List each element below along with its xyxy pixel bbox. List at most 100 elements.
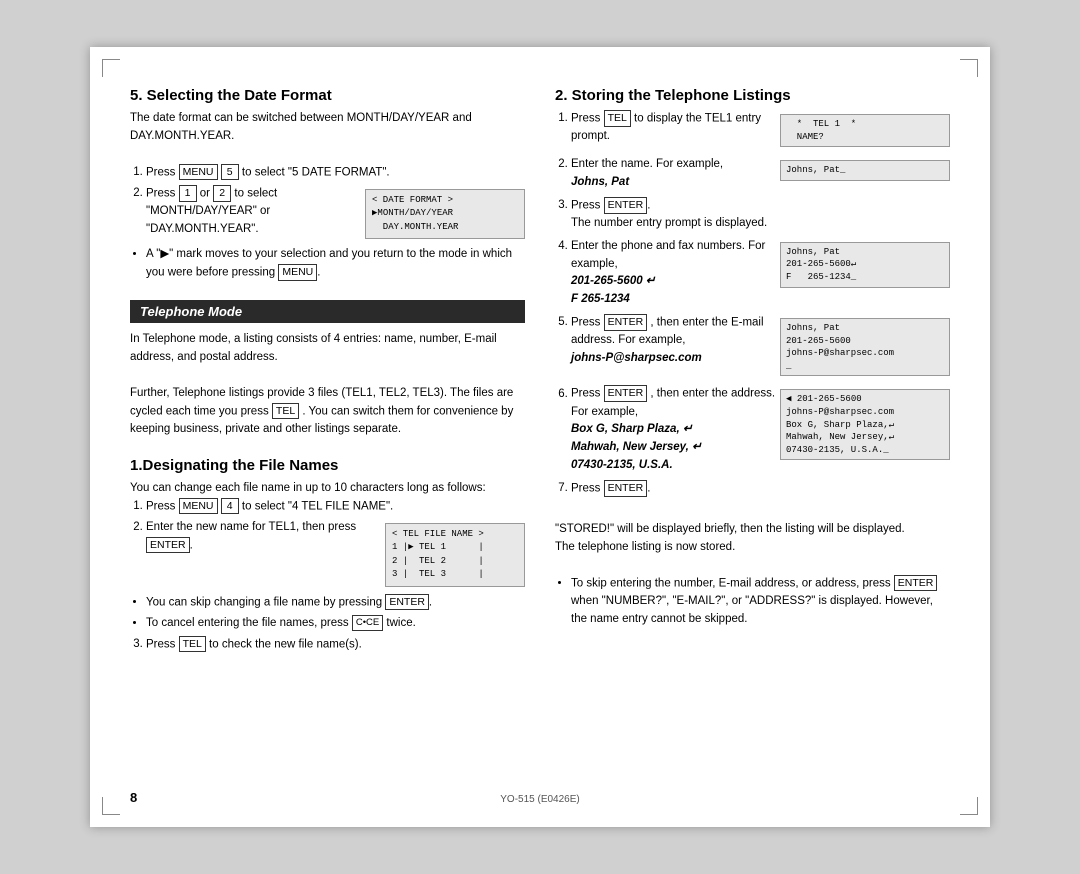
- step2-wrap: < DATE FORMAT > ▶MONTH/DAY/YEAR DAY.MONT…: [146, 185, 525, 244]
- step6-wrap: ◀ 201-265-5600 johns-P@sharpsec.com Box …: [571, 385, 950, 474]
- step1-wrap: * TEL 1 * NAME? Press TEL to display the…: [571, 110, 950, 151]
- section-date-format-title: 5. Selecting the Date Format: [130, 87, 525, 104]
- storing-step1: * TEL 1 * NAME? Press TEL to display the…: [571, 110, 950, 151]
- key-2: 2: [213, 185, 231, 202]
- file-names-bullets: You can skip changing a file name by pre…: [130, 594, 525, 633]
- s7-text: Press: [571, 482, 604, 494]
- file-names-steps: Press MENU 4 to select "4 TEL FILE NAME"…: [130, 498, 525, 591]
- fn-step2-text: Enter the new name for TEL1, then press: [146, 521, 356, 533]
- s4-text: Enter the phone and fax numbers. For exa…: [571, 240, 765, 270]
- fn-enter-key: ENTER: [146, 537, 190, 554]
- bullet-text2: .: [317, 267, 320, 279]
- left-column: 5. Selecting the Date Format The date fo…: [130, 87, 525, 672]
- section-storing: 2. Storing the Telephone Listings * TEL …: [555, 87, 950, 629]
- fn-b1-end: .: [429, 596, 432, 608]
- step5-wrap: Johns, Pat 201-265-5600 johns-P@sharpsec…: [571, 314, 950, 380]
- content-grid: 5. Selecting the Date Format The date fo…: [130, 87, 950, 672]
- step2-lcd: Johns, Pat_: [780, 160, 950, 181]
- step4-wrap: Johns, Pat 201-265-5600↵ F 265-1234_ Ent…: [571, 238, 950, 309]
- corner-tr: [960, 59, 978, 77]
- s2-text: Enter the name. For example,: [571, 158, 723, 170]
- s6-enter-key: ENTER: [604, 385, 648, 402]
- storing-step2: Johns, Pat_ Enter the name. For example,…: [571, 156, 950, 192]
- date-format-bullet1: A "▶" mark moves to your selection and y…: [146, 246, 525, 282]
- telephone-mode-label: Telephone Mode: [140, 304, 242, 319]
- section-telephone-mode: In Telephone mode, a listing consists of…: [130, 331, 525, 438]
- stored-note2: The telephone listing is now stored.: [555, 539, 950, 557]
- corner-bl: [102, 797, 120, 815]
- page: 5. Selecting the Date Format The date fo…: [90, 47, 990, 827]
- date-format-steps: Press MENU 5 to select "5 DATE FORMAT". …: [130, 164, 525, 244]
- file-names-step1: Press MENU 4 to select "4 TEL FILE NAME"…: [146, 498, 525, 516]
- s1-text: Press: [571, 112, 604, 124]
- storing-step3: Press ENTER. The number entry prompt is …: [571, 197, 950, 233]
- s6-text1: Press: [571, 388, 604, 400]
- s6-bold1: Box G, Sharp Plaza, ↵: [571, 423, 692, 435]
- step2-wrap: Johns, Pat_ Enter the name. For example,…: [571, 156, 950, 192]
- sb1-mid: when "NUMBER?", "E-MAIL?", or "ADDRESS?"…: [571, 595, 933, 625]
- bullet-text1: A "▶" mark moves to your selection and y…: [146, 248, 512, 278]
- s6-bold2: Mahwah, New Jersey, ↵: [571, 441, 702, 453]
- date-format-step2: < DATE FORMAT > ▶MONTH/DAY/YEAR DAY.MONT…: [146, 185, 525, 244]
- fn-menu-key: MENU: [179, 498, 218, 515]
- storing-steps: * TEL 1 * NAME? Press TEL to display the…: [555, 110, 950, 498]
- sb1-enter-key: ENTER: [894, 575, 938, 592]
- right-column: 2. Storing the Telephone Listings * TEL …: [555, 87, 950, 672]
- s3-text2: .: [647, 199, 650, 211]
- s3-text: Press: [571, 199, 604, 211]
- telephone-mode-para2: Further, Telephone listings provide 3 fi…: [130, 385, 525, 439]
- file-names-title: 1.Designating the File Names: [130, 457, 525, 474]
- fn-b2-text: To cancel entering the file names, press: [146, 617, 352, 629]
- sb1-text1: To skip entering the number, E-mail addr…: [571, 577, 894, 589]
- menu-key2: MENU: [278, 264, 317, 281]
- key-1: 1: [179, 185, 197, 202]
- corner-br: [960, 797, 978, 815]
- storing-bullet1: To skip entering the number, E-mail addr…: [571, 575, 950, 629]
- storing-step6: ◀ 201-265-5600 johns-P@sharpsec.com Box …: [571, 385, 950, 474]
- step5-lcd: Johns, Pat 201-265-5600 johns-P@sharpsec…: [780, 318, 950, 376]
- s7-text2: .: [647, 482, 650, 494]
- file-names-intro: You can change each file name in up to 1…: [130, 480, 525, 498]
- fn-b1-text: You can skip changing a file name by pre…: [146, 596, 385, 608]
- section-date-format-intro: The date format can be switched between …: [130, 110, 525, 146]
- fn-step2-end: .: [190, 539, 193, 551]
- s4-bold2: F 265-1234: [571, 293, 630, 305]
- telephone-mode-para1: In Telephone mode, a listing consists of…: [130, 331, 525, 367]
- fn-step3-end: to check the new file name(s).: [206, 638, 362, 650]
- s3-note: The number entry prompt is displayed.: [571, 217, 767, 229]
- menu-key: MENU: [179, 164, 218, 181]
- tel-key: TEL: [272, 403, 299, 420]
- step1-text: Press: [146, 166, 179, 178]
- file-names-step3-list: Press TEL to check the new file name(s).: [130, 636, 525, 654]
- fn-step3-text: Press: [146, 638, 179, 650]
- file-names-step3: Press TEL to check the new file name(s).: [146, 636, 525, 654]
- fn-tel-key: TEL: [179, 636, 206, 653]
- fn-key-4: 4: [221, 498, 239, 515]
- date-format-bullets: A "▶" mark moves to your selection and y…: [130, 246, 525, 282]
- key-5: 5: [221, 164, 239, 181]
- fn-step2-wrap: < TEL FILE NAME > 1 |▶ TEL 1 | 2 | TEL 2…: [146, 519, 525, 591]
- date-format-step1: Press MENU 5 to select "5 DATE FORMAT".: [146, 164, 525, 182]
- s3-enter-key: ENTER: [604, 197, 648, 214]
- storing-step7: Press ENTER.: [571, 480, 950, 498]
- fn-step1-text: Press: [146, 500, 179, 512]
- section-date-format: 5. Selecting the Date Format The date fo…: [130, 87, 525, 282]
- s2-example: Johns, Pat: [571, 176, 629, 188]
- fn-enter-key2: ENTER: [385, 594, 429, 611]
- step1-text3: to select "5 DATE FORMAT".: [239, 166, 390, 178]
- storing-step4: Johns, Pat 201-265-5600↵ F 265-1234_ Ent…: [571, 238, 950, 309]
- s5-enter-key: ENTER: [604, 314, 648, 331]
- tel-file-lcd: < TEL FILE NAME > 1 |▶ TEL 1 | 2 | TEL 2…: [385, 523, 525, 587]
- storing-step5: Johns, Pat 201-265-5600 johns-P@sharpsec…: [571, 314, 950, 380]
- footer: YO-515 (E0426E): [500, 794, 580, 805]
- s7-enter-key: ENTER: [604, 480, 648, 497]
- stored-note1: "STORED!" will be displayed briefly, the…: [555, 521, 950, 539]
- s6-bold3: 07430-2135, U.S.A.: [571, 459, 673, 471]
- fn-bullet1: You can skip changing a file name by pre…: [146, 594, 525, 612]
- cce-key: C•CE: [352, 615, 383, 630]
- storing-bullets: To skip entering the number, E-mail addr…: [555, 575, 950, 629]
- telephone-mode-header: Telephone Mode: [130, 300, 525, 323]
- page-number: 8: [130, 790, 137, 805]
- step2-text: Press: [146, 187, 179, 199]
- s5-bold: johns-P@sharpsec.com: [571, 352, 702, 364]
